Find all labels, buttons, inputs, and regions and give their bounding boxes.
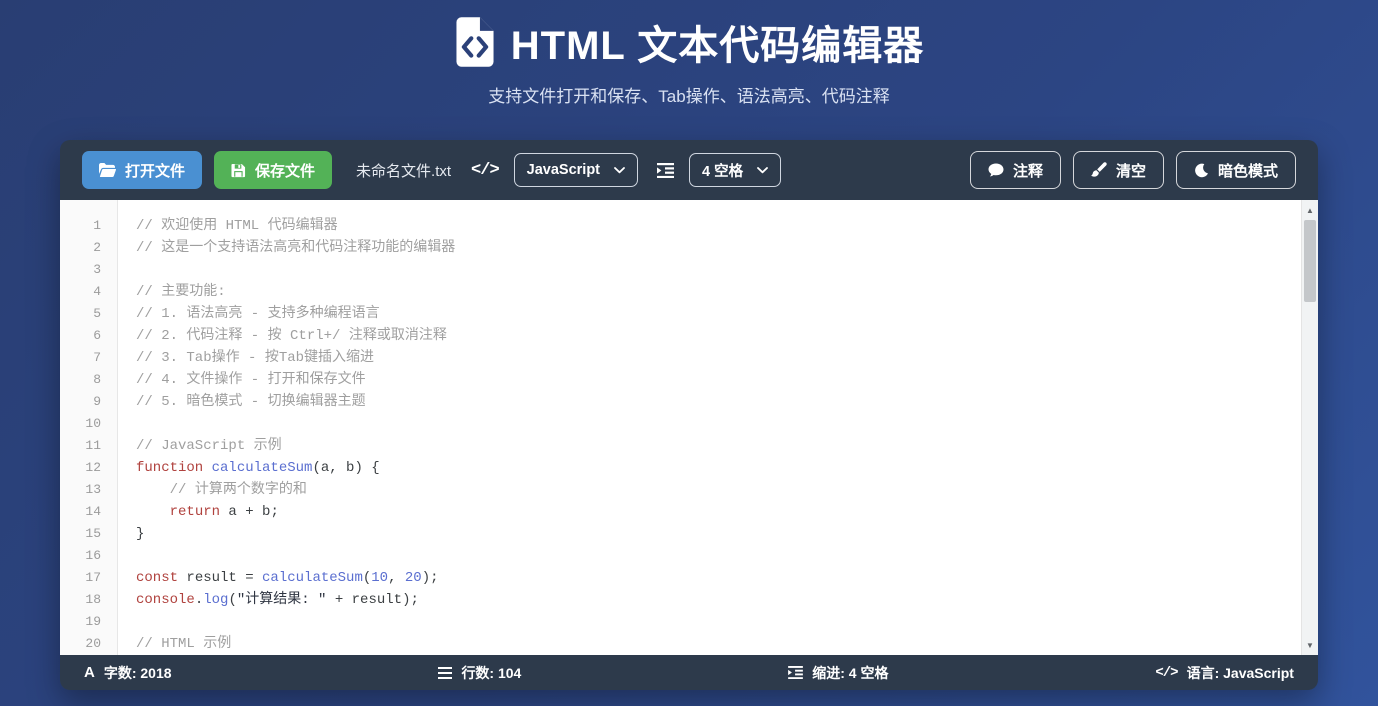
dark-mode-label: 暗色模式 xyxy=(1218,160,1278,181)
line-number: 4 xyxy=(60,281,101,303)
folder-open-icon xyxy=(99,163,116,177)
line-number: 17 xyxy=(60,567,101,589)
line-number: 19 xyxy=(60,611,101,633)
save-file-button[interactable]: 保存文件 xyxy=(214,151,332,189)
code-line: // 主要功能: xyxy=(136,281,1294,303)
page-title: HTML 文本代码编辑器 xyxy=(511,13,924,71)
line-number: 8 xyxy=(60,369,101,391)
brush-icon xyxy=(1091,162,1107,178)
code-line: // 欢迎使用 HTML 代码编辑器 xyxy=(136,215,1294,237)
line-number: 5 xyxy=(60,303,101,325)
code-line xyxy=(136,259,1294,281)
indent-select-value: 4 空格 xyxy=(702,160,743,181)
line-number: 10 xyxy=(60,413,101,435)
code-line xyxy=(136,611,1294,633)
comment-label: 注释 xyxy=(1013,160,1043,181)
char-count-label: 字数: 2018 xyxy=(104,663,172,683)
status-char-count: A 字数: 2018 xyxy=(84,663,172,683)
save-icon xyxy=(231,163,246,178)
line-number: 18 xyxy=(60,589,101,611)
scrollbar-thumb[interactable] xyxy=(1304,220,1316,302)
filename-label: 未命名文件.txt xyxy=(356,160,451,181)
language-label: 语言: JavaScript xyxy=(1187,663,1294,683)
indent-icon xyxy=(788,666,803,679)
line-number: 12 xyxy=(60,457,101,479)
code-line: return a + b; xyxy=(136,501,1294,523)
line-number: 14 xyxy=(60,501,101,523)
code-icon: </> xyxy=(471,161,499,180)
line-number: 13 xyxy=(60,479,101,501)
line-number: 11 xyxy=(60,435,101,457)
open-file-label: 打开文件 xyxy=(125,160,185,181)
editor-scrollbar[interactable]: ▲ ▼ xyxy=(1301,200,1318,655)
code-editor[interactable]: 1234567891011121314151617181920 // 欢迎使用 … xyxy=(60,200,1318,655)
dark-mode-button[interactable]: 暗色模式 xyxy=(1176,151,1296,189)
code-line: // 5. 暗色模式 - 切换编辑器主题 xyxy=(136,391,1294,413)
clear-button[interactable]: 清空 xyxy=(1073,151,1164,189)
code-line: const result = calculateSum(10, 20); xyxy=(136,567,1294,589)
indent-label: 缩进: 4 空格 xyxy=(812,663,888,683)
status-line-count: 行数: 104 xyxy=(438,663,521,683)
code-line: function calculateSum(a, b) { xyxy=(136,457,1294,479)
line-number: 1 xyxy=(60,215,101,237)
list-icon xyxy=(438,667,452,679)
code-line: // 计算两个数字的和 xyxy=(136,479,1294,501)
clear-label: 清空 xyxy=(1116,160,1146,181)
comment-button[interactable]: 注释 xyxy=(970,151,1061,189)
status-bar: A 字数: 2018 行数: 104 缩进: 4 空格 xyxy=(60,655,1318,690)
scroll-up-arrow[interactable]: ▲ xyxy=(1302,202,1318,218)
chevron-down-icon xyxy=(757,167,768,174)
save-file-label: 保存文件 xyxy=(255,160,315,181)
code-line xyxy=(136,413,1294,435)
file-code-icon xyxy=(454,17,496,67)
language-select-value: JavaScript xyxy=(527,162,600,178)
code-icon: </> xyxy=(1155,665,1177,681)
code-line: // 2. 代码注释 - 按 Ctrl+/ 注释或取消注释 xyxy=(136,325,1294,347)
line-number: 7 xyxy=(60,347,101,369)
open-file-button[interactable]: 打开文件 xyxy=(82,151,202,189)
moon-icon xyxy=(1194,163,1209,178)
editor-panel: 打开文件 保存文件 未命名文件.txt </> JavaScript xyxy=(60,140,1318,690)
line-numbers: 1234567891011121314151617181920 xyxy=(60,200,118,655)
status-language: </> 语言: JavaScript xyxy=(1155,663,1294,683)
toolbar: 打开文件 保存文件 未命名文件.txt </> JavaScript xyxy=(60,140,1318,200)
line-number: 20 xyxy=(60,633,101,655)
code-line xyxy=(136,545,1294,567)
scroll-down-arrow[interactable]: ▼ xyxy=(1302,637,1318,653)
line-number: 3 xyxy=(60,259,101,281)
font-icon: A xyxy=(84,664,95,681)
line-count-label: 行数: 104 xyxy=(461,663,521,683)
page-subtitle: 支持文件打开和保存、Tab操作、语法高亮、代码注释 xyxy=(0,82,1378,107)
code-line: } xyxy=(136,523,1294,545)
indent-select[interactable]: 4 空格 xyxy=(689,153,781,187)
code-lines[interactable]: // 欢迎使用 HTML 代码编辑器// 这是一个支持语法高亮和代码注释功能的编… xyxy=(118,200,1318,655)
line-number: 6 xyxy=(60,325,101,347)
page-header: HTML 文本代码编辑器 支持文件打开和保存、Tab操作、语法高亮、代码注释 xyxy=(0,0,1378,107)
code-line: // 4. 文件操作 - 打开和保存文件 xyxy=(136,369,1294,391)
code-line: // 1. 语法高亮 - 支持多种编程语言 xyxy=(136,303,1294,325)
comment-bubble-icon xyxy=(988,163,1004,178)
indent-icon xyxy=(657,163,674,178)
code-line: console.log("计算结果: " + result); xyxy=(136,589,1294,611)
code-line: // HTML 示例 xyxy=(136,633,1294,655)
code-line: // 这是一个支持语法高亮和代码注释功能的编辑器 xyxy=(136,237,1294,259)
language-select[interactable]: JavaScript xyxy=(514,153,638,187)
chevron-down-icon xyxy=(614,167,625,174)
status-indent: 缩进: 4 空格 xyxy=(788,663,888,683)
code-line: // JavaScript 示例 xyxy=(136,435,1294,457)
line-number: 9 xyxy=(60,391,101,413)
line-number: 2 xyxy=(60,237,101,259)
line-number: 16 xyxy=(60,545,101,567)
line-number: 15 xyxy=(60,523,101,545)
code-line: // 3. Tab操作 - 按Tab键插入缩进 xyxy=(136,347,1294,369)
